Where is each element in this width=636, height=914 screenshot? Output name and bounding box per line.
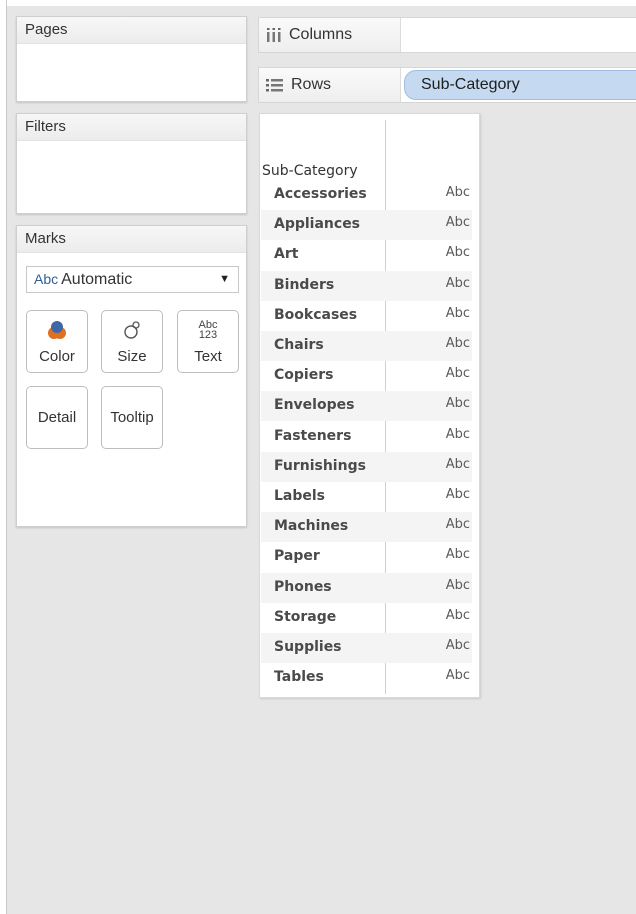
table-row[interactable]: Paper Abc: [261, 542, 472, 572]
tooltip-button[interactable]: Tooltip: [101, 386, 163, 449]
text-button[interactable]: Abc 123 Text: [177, 310, 239, 373]
table-row[interactable]: Binders Abc: [261, 270, 472, 301]
row-category[interactable]: Appliances: [274, 216, 360, 232]
row-value[interactable]: Abc: [446, 276, 470, 291]
table-row[interactable]: Machines Abc: [261, 512, 472, 543]
size-label: Size: [117, 348, 147, 365]
row-value[interactable]: Abc: [446, 215, 470, 230]
filters-card[interactable]: Filters: [16, 113, 247, 214]
table-row[interactable]: Storage Abc: [261, 603, 472, 633]
row-value[interactable]: Abc: [446, 306, 470, 321]
table-row[interactable]: Art Abc: [261, 240, 472, 270]
size-icon: [102, 317, 162, 343]
color-icon: [27, 317, 87, 343]
tooltip-label: Tooltip: [110, 409, 154, 426]
row-category[interactable]: Labels: [274, 488, 325, 504]
row-category[interactable]: Supplies: [274, 639, 342, 655]
row-category[interactable]: Phones: [274, 579, 332, 595]
columns-label: Columns: [289, 26, 353, 43]
table-row[interactable]: Fasteners Abc: [261, 422, 472, 452]
text-icon-123: 123: [198, 329, 218, 341]
rows-icon: [266, 79, 283, 92]
row-value[interactable]: Abc: [446, 427, 470, 442]
row-value[interactable]: Abc: [446, 638, 470, 653]
sub-category-header[interactable]: Sub-Category: [261, 163, 358, 179]
columns-shelf[interactable]: Columns: [258, 17, 636, 53]
table-row[interactable]: Accessories Abc: [261, 180, 472, 210]
row-category[interactable]: Envelopes: [274, 397, 354, 413]
row-category[interactable]: Copiers: [274, 367, 333, 383]
row-category[interactable]: Tables: [274, 669, 324, 685]
marks-card: Marks AbcAutomatic ▼ Color Size Abc 123: [16, 225, 247, 527]
row-category[interactable]: Bookcases: [274, 307, 357, 323]
table-row[interactable]: Bookcases Abc: [261, 301, 472, 331]
table-row[interactable]: Phones Abc: [261, 572, 472, 603]
table-row[interactable]: Envelopes Abc: [261, 391, 472, 422]
color-label: Color: [39, 348, 75, 365]
row-value[interactable]: Abc: [446, 366, 470, 381]
row-category[interactable]: Fasteners: [274, 428, 351, 444]
mark-type-value: Automatic: [61, 271, 133, 288]
row-value[interactable]: Abc: [446, 668, 470, 683]
marks-title: Marks: [17, 226, 246, 253]
chevron-down-icon: ▼: [219, 273, 230, 285]
table-row[interactable]: Furnishings Abc: [261, 451, 472, 482]
row-category[interactable]: Binders: [274, 277, 334, 293]
columns-shelf-label: Columns: [259, 18, 401, 52]
pages-title: Pages: [17, 17, 246, 44]
row-category[interactable]: Machines: [274, 518, 348, 534]
row-category[interactable]: Accessories: [274, 186, 367, 202]
filters-title: Filters: [17, 114, 246, 141]
rows-label: Rows: [291, 76, 332, 93]
mark-type-icon: Abc: [34, 271, 59, 287]
table-row[interactable]: Labels Abc: [261, 482, 472, 512]
row-category[interactable]: Storage: [274, 609, 336, 625]
table-row[interactable]: Copiers Abc: [261, 361, 472, 391]
row-category[interactable]: Furnishings: [274, 458, 366, 474]
detail-label: Detail: [37, 409, 77, 426]
size-button[interactable]: Size: [101, 310, 163, 373]
row-value[interactable]: Abc: [446, 185, 470, 200]
row-value[interactable]: Abc: [446, 245, 470, 260]
window-top-edge: [0, 0, 636, 6]
row-value[interactable]: Abc: [446, 517, 470, 532]
table-row[interactable]: Appliances Abc: [261, 210, 472, 241]
row-value[interactable]: Abc: [446, 336, 470, 351]
color-button[interactable]: Color: [26, 310, 88, 373]
text-label: Text: [194, 348, 222, 365]
row-value[interactable]: Abc: [446, 578, 470, 593]
rows-shelf[interactable]: Rows Sub-Category: [258, 67, 636, 103]
table-row[interactable]: Tables Abc: [261, 663, 472, 693]
row-value[interactable]: Abc: [446, 457, 470, 472]
row-category[interactable]: Paper: [274, 548, 320, 564]
row-value[interactable]: Abc: [446, 608, 470, 623]
mark-type-dropdown[interactable]: Abc Automatic ▼: [26, 266, 239, 293]
table-row[interactable]: Chairs Abc: [261, 331, 472, 361]
row-category[interactable]: Chairs: [274, 337, 324, 353]
table-row[interactable]: Supplies Abc: [261, 633, 472, 663]
pages-card[interactable]: Pages: [16, 16, 247, 102]
window-left-edge: [0, 0, 7, 914]
sub-category-pill[interactable]: Sub-Category: [404, 70, 636, 100]
row-value[interactable]: Abc: [446, 396, 470, 411]
row-category[interactable]: Art: [274, 246, 298, 262]
row-value[interactable]: Abc: [446, 487, 470, 502]
text-icon: Abc 123: [178, 317, 238, 343]
detail-button[interactable]: Detail: [26, 386, 88, 449]
rows-shelf-label: Rows: [259, 68, 401, 102]
view-table: Sub-Category Accessories Abc Appliances Abc…: [259, 113, 480, 698]
row-value[interactable]: Abc: [446, 547, 470, 562]
columns-icon: [267, 28, 281, 42]
